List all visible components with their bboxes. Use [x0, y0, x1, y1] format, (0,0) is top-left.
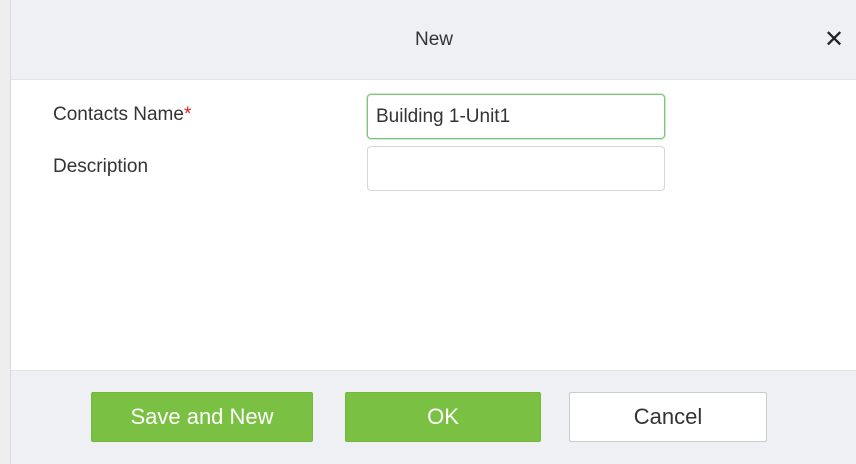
description-input[interactable] [367, 146, 665, 191]
contacts-name-label: Contacts Name* [53, 104, 191, 126]
new-contact-dialog: New ✕ Contacts Name* Description Save an… [10, 0, 856, 464]
contacts-name-label-text: Contacts Name [53, 104, 184, 125]
cancel-button[interactable]: Cancel [569, 392, 767, 442]
dialog-title: New [414, 29, 453, 50]
close-icon: ✕ [823, 26, 845, 53]
ok-button[interactable]: OK [345, 392, 541, 442]
dialog-header: New ✕ [11, 0, 856, 80]
contacts-name-input[interactable] [367, 94, 665, 139]
save-and-new-button[interactable]: Save and New [91, 392, 313, 442]
close-button[interactable]: ✕ [819, 25, 849, 55]
description-label: Description [53, 156, 149, 177]
required-marker: * [183, 104, 192, 125]
